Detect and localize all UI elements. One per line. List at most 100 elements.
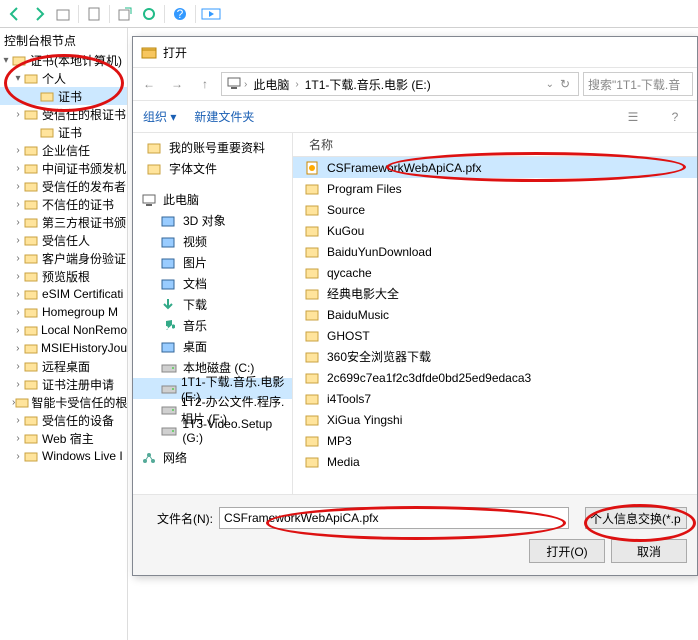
nav-label[interactable]: 字体文件 xyxy=(169,160,217,177)
search-input[interactable]: 搜索"1T1-下载.音 xyxy=(583,72,693,96)
tree-label[interactable]: 受信任的发布者 xyxy=(42,178,126,195)
tree-label[interactable]: 证书(本地计算机) xyxy=(30,52,122,69)
chevron-right-icon[interactable]: › xyxy=(12,145,24,156)
cancel-button[interactable]: 取消 xyxy=(611,539,687,563)
file-row[interactable]: CSFrameworkWebApiCA.pfx xyxy=(293,157,697,178)
refresh-icon[interactable] xyxy=(138,3,160,25)
tree-label[interactable]: 客户端身份验证 xyxy=(42,250,126,267)
tree-label[interactable]: 不信任的证书 xyxy=(42,196,114,213)
tree-label[interactable]: Windows Live I xyxy=(42,449,123,463)
doc-icon[interactable] xyxy=(83,3,105,25)
nav-item[interactable]: 图片 xyxy=(133,252,292,273)
chevron-right-icon[interactable]: › xyxy=(12,433,24,444)
nav-label[interactable]: 我的账号重要资料 xyxy=(169,139,265,156)
tree-label[interactable]: 证书注册申请 xyxy=(42,376,114,393)
chevron-right-icon[interactable]: › xyxy=(12,181,24,192)
tree-label[interactable]: 受信任人 xyxy=(42,232,90,249)
chevron-right-icon[interactable]: › xyxy=(12,199,24,210)
tree-label[interactable]: Homegroup M xyxy=(42,305,118,319)
tree-label[interactable]: 个人 xyxy=(42,70,66,87)
file-row[interactable]: qycache xyxy=(293,262,697,283)
file-row[interactable]: BaiduMusic xyxy=(293,304,697,325)
breadcrumb[interactable]: ›此电脑 ›1T1-下载.音乐.电影 (E:) ⌄ ↻ xyxy=(221,72,579,96)
file-row[interactable]: GHOST xyxy=(293,325,697,346)
nav-item[interactable]: 音乐 xyxy=(133,315,292,336)
chevron-right-icon[interactable]: › xyxy=(12,343,24,354)
file-row[interactable]: Media xyxy=(293,451,697,472)
chevron-right-icon[interactable]: › xyxy=(12,253,24,264)
tree-label[interactable]: 证书 xyxy=(58,124,82,141)
nav-label: 文档 xyxy=(183,275,207,292)
chevron-right-icon[interactable]: › xyxy=(12,271,24,282)
file-row[interactable]: 2c699c7ea1f2c3dfde0bd25ed9edaca3 xyxy=(293,367,697,388)
filename-input[interactable] xyxy=(219,507,569,529)
file-row[interactable]: KuGou xyxy=(293,220,697,241)
chevron-right-icon[interactable]: › xyxy=(12,415,24,426)
chevron-down-icon[interactable]: ⌄ xyxy=(544,79,556,90)
file-row[interactable]: 经典电影大全 xyxy=(293,283,697,304)
tree-label[interactable]: 智能卡受信任的根 xyxy=(31,394,127,411)
help-icon[interactable]: ? xyxy=(663,105,687,129)
nav-fwd-icon[interactable]: → xyxy=(165,72,189,96)
chevron-right-icon[interactable]: › xyxy=(12,235,24,246)
file-row[interactable]: Source xyxy=(293,199,697,220)
forward-icon[interactable] xyxy=(28,3,50,25)
chevron-right-icon[interactable]: › xyxy=(12,361,24,372)
nav-up-icon[interactable]: ↑ xyxy=(193,72,217,96)
file-header-name[interactable]: 名称 xyxy=(293,133,697,157)
chevron-right-icon[interactable]: › xyxy=(12,163,24,174)
nav-label[interactable]: 网络 xyxy=(163,449,187,466)
tree-label[interactable]: Local NonRemo xyxy=(41,323,127,337)
tree-label[interactable]: Web 宿主 xyxy=(42,430,94,447)
chevron-right-icon[interactable]: › xyxy=(12,217,24,228)
tree-label[interactable]: 受信任的设备 xyxy=(42,412,114,429)
tree-label[interactable]: 企业信任 xyxy=(42,142,90,159)
nav-item[interactable]: 3D 对象 xyxy=(133,210,292,231)
chevron-right-icon[interactable]: › xyxy=(12,451,24,462)
organize-button[interactable]: 组织 ▾ xyxy=(143,108,176,125)
help-icon[interactable]: ? xyxy=(169,3,191,25)
tree-root[interactable]: 控制台根节点 xyxy=(0,30,127,51)
nav-back-icon[interactable]: ← xyxy=(137,72,161,96)
tree-label[interactable]: 证书 xyxy=(58,88,82,105)
chevron-right-icon[interactable]: › xyxy=(12,379,24,390)
file-name: KuGou xyxy=(327,224,364,238)
chevron-down-icon[interactable]: ▾ xyxy=(12,73,24,84)
tree-label[interactable]: MSIEHistoryJou xyxy=(41,341,127,355)
file-row[interactable]: i4Tools7 xyxy=(293,388,697,409)
chevron-right-icon[interactable]: › xyxy=(12,325,24,336)
tree-label[interactable]: 远程桌面 xyxy=(42,358,90,375)
tree-label[interactable]: eSIM Certificati xyxy=(42,287,123,301)
new-folder-button[interactable]: 新建文件夹 xyxy=(194,108,254,125)
file-row[interactable]: MP3 xyxy=(293,430,697,451)
chevron-down-icon[interactable]: ▾ xyxy=(0,55,12,66)
playall-icon[interactable] xyxy=(200,3,222,25)
nav-item[interactable]: 下载 xyxy=(133,294,292,315)
back-icon[interactable] xyxy=(4,3,26,25)
nav-item[interactable]: 视频 xyxy=(133,231,292,252)
folder-icon xyxy=(24,251,40,265)
file-row[interactable]: 360安全浏览器下载 xyxy=(293,346,697,367)
file-row[interactable]: BaiduYunDownload xyxy=(293,241,697,262)
up-icon[interactable] xyxy=(52,3,74,25)
tree-label[interactable]: 受信任的根证书 xyxy=(42,106,126,123)
refresh-icon[interactable]: ↻ xyxy=(556,72,574,96)
disk-icon xyxy=(161,360,179,376)
tree-label[interactable]: 第三方根证书颁 xyxy=(42,214,126,231)
filetype-select[interactable]: 个人信息交换(*.p xyxy=(585,507,687,529)
view-icon[interactable]: ☰ xyxy=(621,105,645,129)
nav-item[interactable]: 文档 xyxy=(133,273,292,294)
tree-label[interactable]: 预览版根 xyxy=(42,268,90,285)
folder-icon xyxy=(24,179,40,193)
nav-item[interactable]: 桌面 xyxy=(133,336,292,357)
file-row[interactable]: Program Files xyxy=(293,178,697,199)
export-icon[interactable] xyxy=(114,3,136,25)
tree-label[interactable]: 中间证书颁发机 xyxy=(42,160,126,177)
chevron-right-icon[interactable]: › xyxy=(12,307,24,318)
nav-item[interactable]: 1T3-Video.Setup (G:) xyxy=(133,420,292,441)
file-row[interactable]: XiGua Yingshi xyxy=(293,409,697,430)
nav-label[interactable]: 此电脑 xyxy=(163,191,199,208)
chevron-right-icon[interactable]: › xyxy=(12,289,24,300)
chevron-right-icon[interactable]: › xyxy=(12,109,24,120)
open-button[interactable]: 打开(O) xyxy=(529,539,605,563)
